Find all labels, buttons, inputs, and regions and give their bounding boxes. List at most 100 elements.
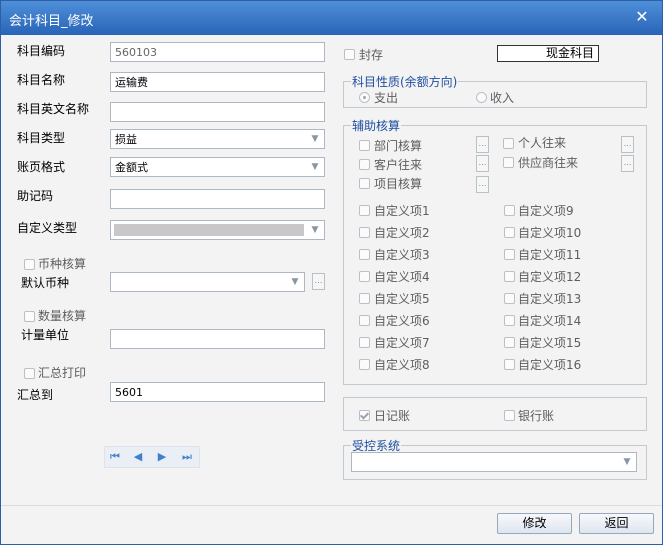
english-name-label: 科目英文名称: [17, 102, 90, 116]
custom-item-label: 自定义项9: [518, 204, 574, 218]
dept-browse-button[interactable]: …: [476, 136, 489, 153]
custom-item-label: 自定义项2: [374, 226, 430, 240]
custom-item-checkbox[interactable]: [504, 293, 515, 304]
custom-type-value-bar: [114, 224, 304, 236]
controlled-system-select[interactable]: ▼: [351, 452, 637, 472]
supplier-browse-button[interactable]: …: [621, 155, 634, 172]
dropdown-arrow-icon[interactable]: ▼: [307, 222, 323, 238]
mnemonic-input[interactable]: [110, 189, 325, 209]
custom-item-label: 自定义项6: [374, 314, 430, 328]
sealed-label: 封存: [359, 48, 384, 62]
aux-group-title: 辅助核算: [351, 117, 402, 134]
custom-item-checkbox[interactable]: [504, 315, 515, 326]
back-button[interactable]: 返回: [579, 513, 654, 534]
custom-item-checkbox[interactable]: [359, 271, 370, 282]
summary-print-checkbox[interactable]: [24, 368, 35, 379]
default-currency-label: 默认币种: [21, 276, 70, 290]
currency-accounting-label: 币种核算: [38, 257, 87, 271]
subject-type-select[interactable]: 损益 ▼: [110, 129, 325, 149]
custom-item-checkbox[interactable]: [359, 293, 370, 304]
nature-expense-label: 支出: [374, 91, 399, 105]
footer-divider: [1, 505, 662, 506]
first-record-icon[interactable]: ⏮: [107, 449, 123, 465]
custom-item-checkbox[interactable]: [359, 359, 370, 370]
custom-type-select[interactable]: ▼: [110, 220, 325, 240]
custom-item-label: 自定义项4: [374, 270, 430, 284]
nature-group-title: 科目性质(余额方向): [351, 73, 459, 90]
dropdown-arrow-icon[interactable]: ▼: [619, 454, 635, 470]
subject-type-label: 科目类型: [17, 131, 66, 145]
custom-item-checkbox[interactable]: [504, 271, 515, 282]
custom-item-checkbox[interactable]: [504, 227, 515, 238]
custom-item-label: 自定义项3: [374, 248, 430, 262]
subject-code-input[interactable]: 560103: [110, 42, 325, 62]
currency-accounting-checkbox[interactable]: [24, 259, 35, 270]
custom-item-label: 自定义项15: [518, 336, 582, 350]
default-currency-select[interactable]: ▼: [110, 272, 305, 292]
ledger-format-label: 账页格式: [17, 160, 66, 174]
custom-item-label: 自定义项8: [374, 358, 430, 372]
custom-item-checkbox[interactable]: [359, 315, 370, 326]
personal-browse-button[interactable]: …: [621, 136, 634, 153]
dropdown-arrow-icon[interactable]: ▼: [287, 274, 303, 290]
personal-checkbox[interactable]: [503, 138, 514, 149]
project-checkbox[interactable]: [359, 178, 370, 189]
custom-item-label: 自定义项10: [518, 226, 582, 240]
unit-input[interactable]: [110, 329, 325, 349]
english-name-input[interactable]: [110, 102, 325, 122]
currency-browse-button[interactable]: …: [312, 273, 325, 290]
close-icon[interactable]: ✕: [632, 7, 652, 27]
quantity-accounting-label: 数量核算: [38, 309, 87, 323]
nature-income-radio[interactable]: [476, 92, 487, 103]
customer-browse-button[interactable]: …: [476, 155, 489, 172]
account-subject-dialog: 会计科目_修改 ✕ 科目编码 560103 科目名称 运输费 科目英文名称 科目…: [0, 0, 663, 545]
bank-label: 银行账: [518, 409, 555, 423]
summary-to-input[interactable]: 5601: [110, 382, 325, 402]
last-record-icon[interactable]: ⏭: [179, 449, 195, 465]
dept-label: 部门核算: [374, 139, 423, 153]
nature-expense-radio[interactable]: [359, 92, 370, 103]
journal-checkbox[interactable]: [359, 410, 370, 421]
ledger-format-select[interactable]: 金额式 ▼: [110, 157, 325, 177]
dropdown-arrow-icon[interactable]: ▼: [307, 131, 323, 147]
unit-label: 计量单位: [21, 328, 70, 342]
record-navigator: ⏮ ◀ ▶ ⏭: [104, 446, 200, 468]
custom-item-checkbox[interactable]: [359, 227, 370, 238]
custom-item-checkbox[interactable]: [359, 337, 370, 348]
custom-item-checkbox[interactable]: [504, 337, 515, 348]
supplier-label: 供应商往来: [518, 156, 579, 170]
quantity-accounting-checkbox[interactable]: [24, 311, 35, 322]
custom-item-label: 自定义项11: [518, 248, 582, 262]
custom-type-label: 自定义类型: [17, 221, 78, 235]
custom-item-checkbox[interactable]: [359, 205, 370, 216]
custom-item-label: 自定义项7: [374, 336, 430, 350]
customer-checkbox[interactable]: [359, 159, 370, 170]
summary-print-label: 汇总打印: [38, 366, 87, 380]
modify-button[interactable]: 修改: [497, 513, 572, 534]
custom-item-label: 自定义项12: [518, 270, 582, 284]
nature-income-label: 收入: [490, 91, 515, 105]
prev-record-icon[interactable]: ◀: [130, 449, 146, 465]
custom-item-checkbox[interactable]: [504, 359, 515, 370]
window-title: 会计科目_修改: [9, 14, 94, 29]
summary-to-label: 汇总到: [17, 388, 54, 402]
journal-label: 日记账: [374, 409, 411, 423]
subject-code-label: 科目编码: [17, 44, 66, 58]
dept-checkbox[interactable]: [359, 140, 370, 151]
sealed-checkbox[interactable]: [344, 49, 355, 60]
subject-name-label: 科目名称: [17, 73, 66, 87]
dropdown-arrow-icon[interactable]: ▼: [307, 159, 323, 175]
custom-item-checkbox[interactable]: [504, 205, 515, 216]
mnemonic-label: 助记码: [17, 189, 54, 203]
supplier-checkbox[interactable]: [503, 157, 514, 168]
custom-item-checkbox[interactable]: [359, 249, 370, 260]
next-record-icon[interactable]: ▶: [154, 449, 170, 465]
project-browse-button[interactable]: …: [476, 176, 489, 193]
customer-label: 客户往来: [374, 158, 423, 172]
custom-item-checkbox[interactable]: [504, 249, 515, 260]
custom-item-label: 自定义项14: [518, 314, 582, 328]
bank-checkbox[interactable]: [504, 410, 515, 421]
title-bar[interactable]: [1, 1, 662, 35]
subject-name-input[interactable]: 运输费: [110, 72, 325, 92]
project-label: 项目核算: [374, 177, 423, 191]
